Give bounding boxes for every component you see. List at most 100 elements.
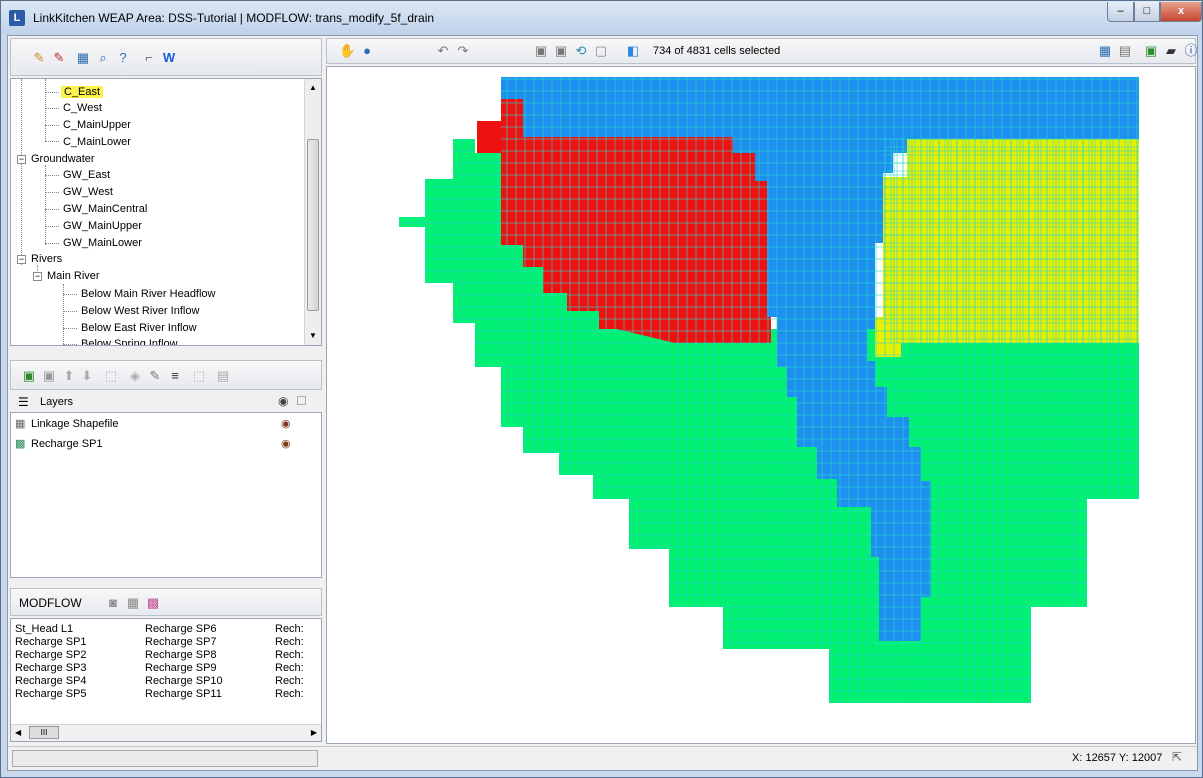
list-item[interactable]: Recharge SP3 [15,662,87,675]
invert-selection-icon[interactable]: ⟲ [573,43,589,59]
tree-scroll-thumb[interactable] [307,139,319,311]
tree-item-c-west[interactable]: C_West [63,100,102,116]
zoom-layer-icon[interactable]: ⌕ [95,50,111,66]
color-grid-icon[interactable]: ▩ [145,595,161,611]
tree-item-gw-maincentral[interactable]: GW_MainCentral [63,201,147,217]
deselect-cells-icon[interactable]: ▣ [553,43,569,59]
map-view[interactable] [326,66,1196,744]
list-item[interactable]: Recharge SP10 [145,675,223,688]
pencil-add-icon[interactable]: ✎ [31,50,47,66]
select-tool-icon[interactable]: ⬚ [103,368,119,384]
tree-item-gw-west[interactable]: GW_West [63,184,113,200]
collapse-groundwater-icon[interactable]: − [17,155,26,164]
horizontal-scroll-thumb[interactable]: III [29,726,59,739]
list-item[interactable]: Recharge SP1 [15,636,87,649]
close-button[interactable]: x [1160,2,1202,22]
eye-icon[interactable]: ◉ [281,435,291,453]
list-item[interactable]: St_Head L1 [15,623,87,636]
move-down-icon[interactable]: ⬇ [79,368,95,384]
layers-list: ▦ Linkage Shapefile ◉ ▩ Recharge SP1 ◉ [10,412,322,578]
add-layer-icon[interactable]: ▣ [21,368,37,384]
list-item[interactable]: Rech: [275,649,304,662]
model-tree[interactable]: C_East C_West C_MainUpper C_MainLower − … [10,78,322,346]
list-item[interactable]: Rech: [275,636,304,649]
list-item[interactable]: Recharge SP5 [15,688,87,701]
tree-item-c-east[interactable]: C_East [61,84,104,100]
tree-item-main-river[interactable]: Main River [47,268,100,284]
export-icon[interactable]: ▣ [1143,43,1159,59]
table-icon[interactable]: ▦ [75,50,91,66]
layer-label: Recharge SP1 [31,438,103,450]
list-item[interactable]: Recharge SP8 [145,649,223,662]
minimize-button[interactable]: – [1107,2,1134,22]
tree-item-gw-mainupper[interactable]: GW_MainUpper [63,218,142,234]
list-item[interactable]: Recharge SP7 [145,636,223,649]
tree-item-groundwater[interactable]: Groundwater [31,151,95,167]
scroll-left-icon[interactable]: ◀ [15,728,21,737]
help-cursor-icon[interactable]: ⇱ [1172,750,1182,764]
label-icon[interactable]: ▤ [215,368,231,384]
weap-icon[interactable]: W [161,50,177,66]
tree-scrollbar[interactable]: ▲ ▼ [304,79,321,345]
tree-item-gw-mainlower[interactable]: GW_MainLower [63,235,142,251]
visibility-icon[interactable]: ◉ [278,394,288,408]
tree-item-c-mainlower[interactable]: C_MainLower [63,134,131,150]
tree-item-rivers[interactable]: Rivers [31,251,62,267]
title-bar[interactable]: L LinkKitchen WEAP Area: DSS-Tutorial | … [1,1,1202,35]
raster-layer-icon: ▩ [15,438,26,450]
list-item[interactable]: Recharge SP9 [145,662,223,675]
collapse-main-river-icon[interactable]: − [33,272,42,281]
list-item[interactable]: Recharge SP2 [15,649,87,662]
layer-linkage-shapefile[interactable]: ▦ Linkage Shapefile ◉ [15,415,315,433]
scroll-right-icon[interactable]: ▶ [311,728,317,737]
undo-icon[interactable]: ↶ [435,43,451,59]
tree-item-below-west-river-inflow[interactable]: Below West River Inflow [81,303,199,319]
tree-item-gw-east[interactable]: GW_East [63,167,110,183]
select-cells-icon[interactable]: ▣ [533,43,549,59]
line-style-icon[interactable]: ≡ [167,368,183,384]
layers-title: Layers [40,396,74,408]
scroll-up-icon[interactable]: ▲ [309,83,317,92]
edit-table-icon[interactable]: ▤ [1117,43,1133,59]
grid-icon[interactable]: ▦ [125,595,141,611]
pen-icon[interactable]: ✎ [147,368,163,384]
list-item[interactable]: Recharge SP4 [15,675,87,688]
move-up-icon[interactable]: ⬆ [61,368,77,384]
list-item[interactable]: Rech: [275,662,304,675]
query-icon[interactable]: ? [115,50,131,66]
app-icon: L [9,10,25,26]
extent-icon[interactable]: ⬚ [191,368,207,384]
scroll-down-icon[interactable]: ▼ [309,331,317,340]
modflow-grid-map[interactable] [327,67,1195,743]
list-item[interactable]: Recharge SP11 [145,688,223,701]
maximize-button[interactable]: □ [1134,2,1160,22]
fill-icon[interactable]: ◈ [127,368,143,384]
calc-icon[interactable]: ▦ [1097,43,1113,59]
globe-icon[interactable]: ● [359,43,375,59]
collapse-rivers-icon[interactable]: − [17,255,26,264]
save-icon[interactable]: ▰ [1163,43,1179,59]
list-item[interactable]: Rech: [275,623,304,636]
tree-item-below-main-river-headflow[interactable]: Below Main River Headflow [81,286,216,302]
select-layer-icon[interactable]: ☐ [296,394,307,408]
list-item[interactable]: Recharge SP6 [145,623,223,636]
cell-info-icon[interactable]: ◧ [625,43,641,59]
list-item[interactable]: Rech: [275,675,304,688]
list-item[interactable]: Rech: [275,688,304,701]
tree-item-c-mainupper[interactable]: C_MainUpper [63,117,131,133]
pan-hand-icon[interactable]: ✋ [339,43,355,59]
layer-recharge-sp1[interactable]: ▩ Recharge SP1 ◉ [15,435,315,453]
pencil-delete-icon[interactable]: ✎ [51,50,67,66]
camera-icon[interactable]: ◙ [105,595,121,611]
layers-header: ☰ Layers ◉ ☐ [10,392,322,412]
info-icon[interactable]: ⓘ [1183,43,1199,59]
layers-stack-icon: ☰ [18,395,29,409]
tree-item-below-east-river-inflow[interactable]: Below East River Inflow [81,320,197,336]
remove-layer-icon[interactable]: ▣ [41,368,57,384]
tree-item-below-spring-inflow[interactable]: Below Spring Inflow [81,336,178,345]
modflow-horizontal-scrollbar[interactable]: ◀ III ▶ [11,724,321,741]
chart-icon[interactable]: ⌐ [141,50,157,66]
eye-icon[interactable]: ◉ [281,415,291,433]
clear-selection-icon[interactable]: ▢ [593,43,609,59]
redo-icon[interactable]: ↷ [455,43,471,59]
